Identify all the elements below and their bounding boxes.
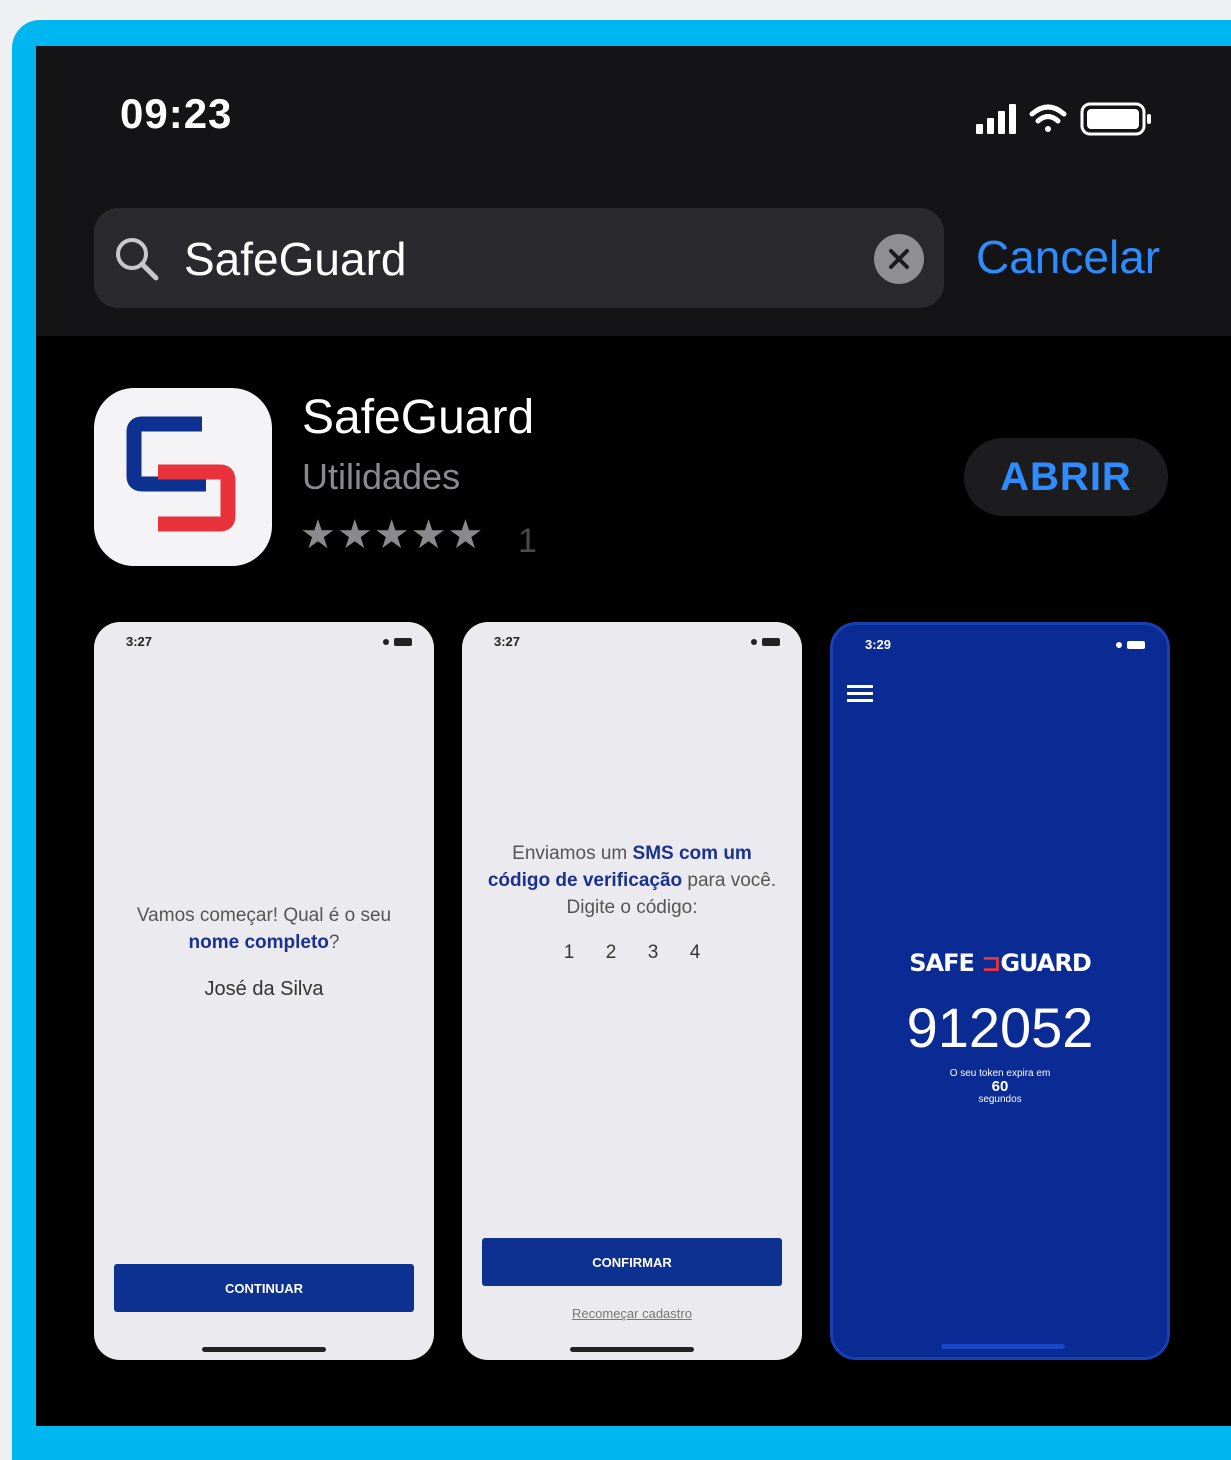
- star-rating-icon: ★★★★★: [300, 513, 485, 557]
- search-icon: [116, 238, 159, 281]
- home-indicator: [941, 1344, 1065, 1349]
- app-screenshot-2[interactable]: 3:27 Enviamos um SMS com um código de ve…: [462, 622, 802, 1360]
- expiry-seconds: 60: [991, 1078, 1009, 1095]
- clear-search-button[interactable]: [874, 234, 924, 284]
- mini-status-icons: [751, 638, 780, 646]
- status-time: 09:23: [120, 90, 233, 137]
- restart-link[interactable]: Recomeçar cadastro: [462, 1306, 802, 1321]
- phone-screen: 09:23 SafeGuard Cancelar SafeGuard Utili…: [36, 46, 1231, 1426]
- token-code: 912052: [906, 996, 1094, 1059]
- token-expiry: O seu token expira em 60 segundos: [833, 1067, 1167, 1106]
- menu-icon[interactable]: [847, 683, 875, 703]
- code-input[interactable]: 1 2 3 4: [462, 942, 802, 964]
- name-field[interactable]: José da Silva: [94, 978, 434, 1001]
- confirm-button[interactable]: CONFIRMAR: [482, 1238, 782, 1286]
- code-digit: 3: [647, 942, 659, 963]
- mini-status-time: 3:27: [494, 634, 521, 649]
- safeguard-logo-icon: [126, 416, 236, 532]
- brand-right: GUARD: [1000, 949, 1091, 977]
- home-indicator: [570, 1347, 694, 1352]
- app-name[interactable]: SafeGuard: [302, 390, 534, 445]
- search-input[interactable]: SafeGuard: [94, 208, 944, 308]
- sms-text: Enviamos um: [512, 843, 628, 864]
- name-question: Vamos começar! Qual é o seu nome complet…: [94, 902, 434, 956]
- mini-status-time: 3:29: [865, 637, 892, 652]
- app-category: Utilidades: [302, 456, 461, 497]
- brand-left: SAFE: [909, 949, 975, 977]
- code-digit: 1: [563, 942, 575, 963]
- clear-icon: [889, 249, 909, 269]
- expiry-unit: segundos: [978, 1094, 1022, 1105]
- app-screenshot-1[interactable]: 3:27 Vamos começar! Qual é o seu nome co…: [94, 622, 434, 1360]
- code-digit: 4: [689, 942, 701, 963]
- search-query: SafeGuard: [184, 233, 407, 285]
- safeguard-logo: SAFE ⊐GUARD: [833, 949, 1167, 977]
- cancel-button[interactable]: Cancelar: [976, 230, 1160, 284]
- rating-count: 1: [518, 522, 537, 560]
- wifi-icon: [1029, 104, 1067, 132]
- question-end: ?: [328, 932, 340, 953]
- brand-mark-icon: ⊐: [973, 949, 1001, 977]
- mini-status-icons: [383, 638, 412, 646]
- continue-button[interactable]: CONTINUAR: [114, 1264, 414, 1312]
- code-digit: 2: [605, 942, 617, 963]
- status-icons: [976, 98, 1176, 147]
- mini-status-time: 3:27: [126, 634, 153, 649]
- question-text: Vamos começar! Qual é o seu: [136, 905, 392, 926]
- mini-status-icons: [1116, 641, 1145, 649]
- app-screenshot-3[interactable]: 3:29 SAFE ⊐GUARD 912052 O seu token expi…: [830, 622, 1170, 1360]
- home-indicator: [202, 1347, 326, 1352]
- app-icon[interactable]: [94, 388, 272, 566]
- signal-icon: [976, 104, 1016, 134]
- open-button[interactable]: ABRIR: [964, 438, 1168, 516]
- battery-icon: [1080, 102, 1151, 136]
- sms-instructions: Enviamos um SMS com um código de verific…: [462, 840, 802, 921]
- question-bold: nome completo: [188, 932, 329, 953]
